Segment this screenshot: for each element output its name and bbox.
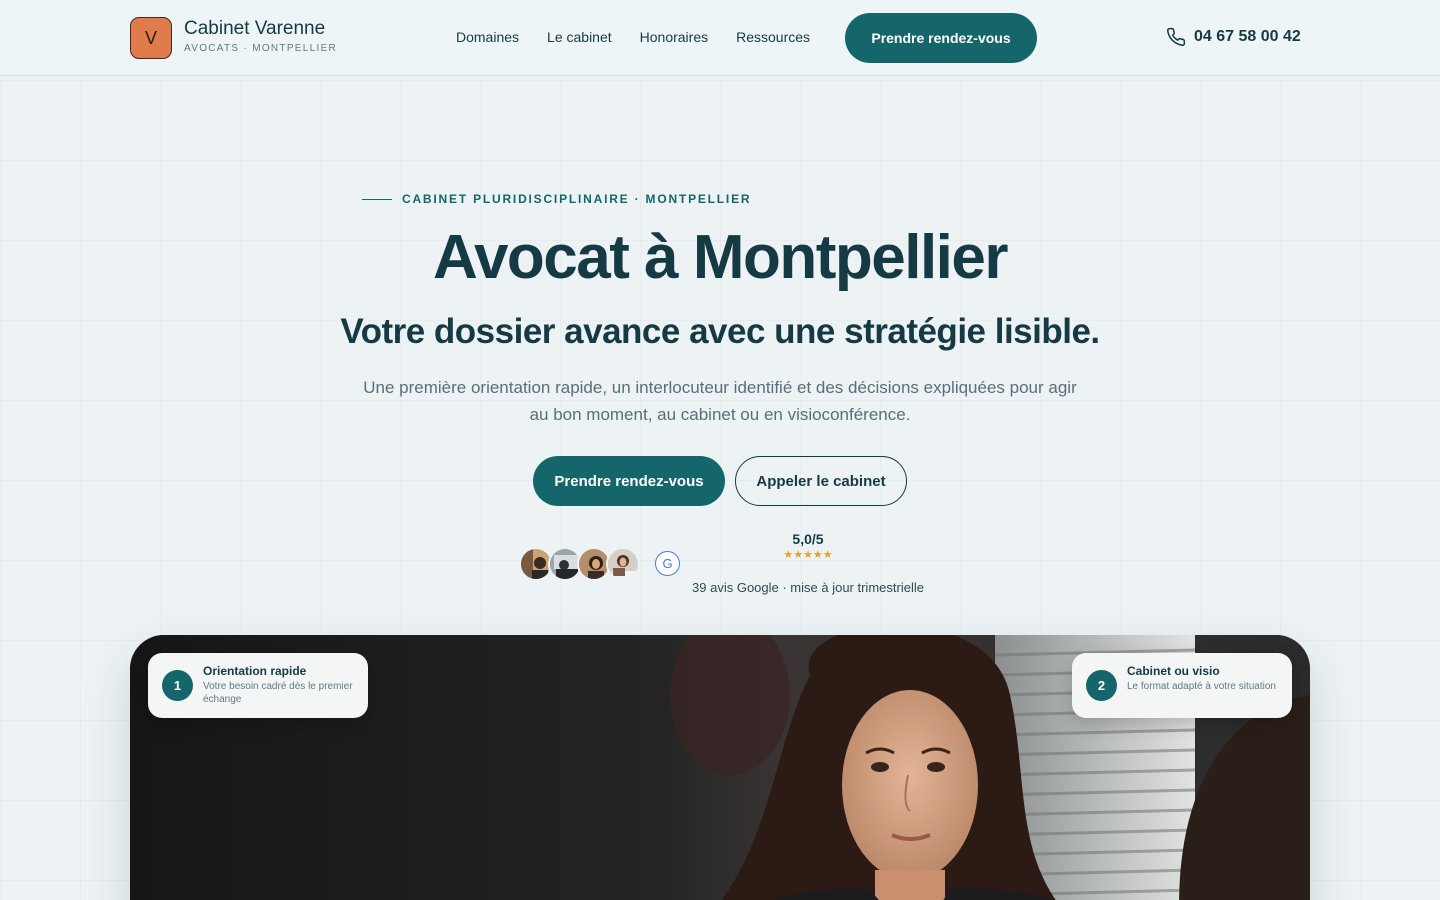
feature-description: Le format adapté à votre situation [1127,681,1276,692]
logo[interactable]: V [130,17,172,59]
eyebrow-divider [362,198,392,200]
nav-item-honoraires[interactable]: Honoraires [640,29,708,45]
phone-number: 04 67 58 00 42 [1194,28,1301,45]
header-appointment-button[interactable]: Prendre rendez-vous [845,13,1037,63]
hero-eyebrow: CABINET PLURIDISCIPLINAIRE · MONTPELLIER [362,192,751,206]
page-title: Avocat à Montpellier [432,223,1009,292]
page-subtitle: Votre dossier avance avec une stratégie … [340,312,1100,351]
nav-item-ressources[interactable]: Ressources [736,29,810,45]
rating-stars: ★★★★★ [783,549,833,561]
call-cabinet-button[interactable]: Appeler le cabinet [735,456,907,506]
feature-number: 2 [1086,670,1117,701]
eyebrow-text: CABINET PLURIDISCIPLINAIRE · MONTPELLIER [402,192,752,206]
phone-icon [1167,27,1186,46]
feature-number: 1 [162,670,193,701]
appointment-button[interactable]: Prendre rendez-vous [533,456,725,506]
rating-score: 5,0/5 [792,531,824,547]
hero-lead: Une première orientation rapide, un inte… [363,378,1077,424]
main-nav: Domaines Le cabinet Honoraires Ressource… [456,29,810,45]
nav-item-domaines[interactable]: Domaines [456,29,519,45]
header-phone-link[interactable]: 04 67 58 00 42 [1166,27,1301,47]
nav-item-le-cabinet[interactable]: Le cabinet [547,29,612,45]
reviews-count[interactable]: 39 avis Google · mise à jour trimestriel… [660,580,956,595]
feature-description: Votre besoin cadré dès le premier échang… [203,681,353,705]
feature-card-orientation: 1 Orientation rapide Votre besoin cadré … [148,653,368,718]
brand-tagline: AVOCATS · MONTPELLIER [184,43,338,54]
feature-title: Cabinet ou visio [1127,664,1220,678]
feature-card-format: 2 Cabinet ou visio Le format adapté à vo… [1072,653,1292,718]
feature-title: Orientation rapide [203,664,307,678]
site-header: V Cabinet Varenne AVOCATS · MONTPELLIER … [0,0,1440,76]
client-avatars [519,547,640,581]
hero-photo: 1 Orientation rapide Votre besoin cadré … [130,635,1310,900]
brand-name[interactable]: Cabinet Varenne [184,18,325,40]
logo-letter: V [144,27,157,48]
google-icon: G [655,551,680,576]
avatar [606,547,640,581]
